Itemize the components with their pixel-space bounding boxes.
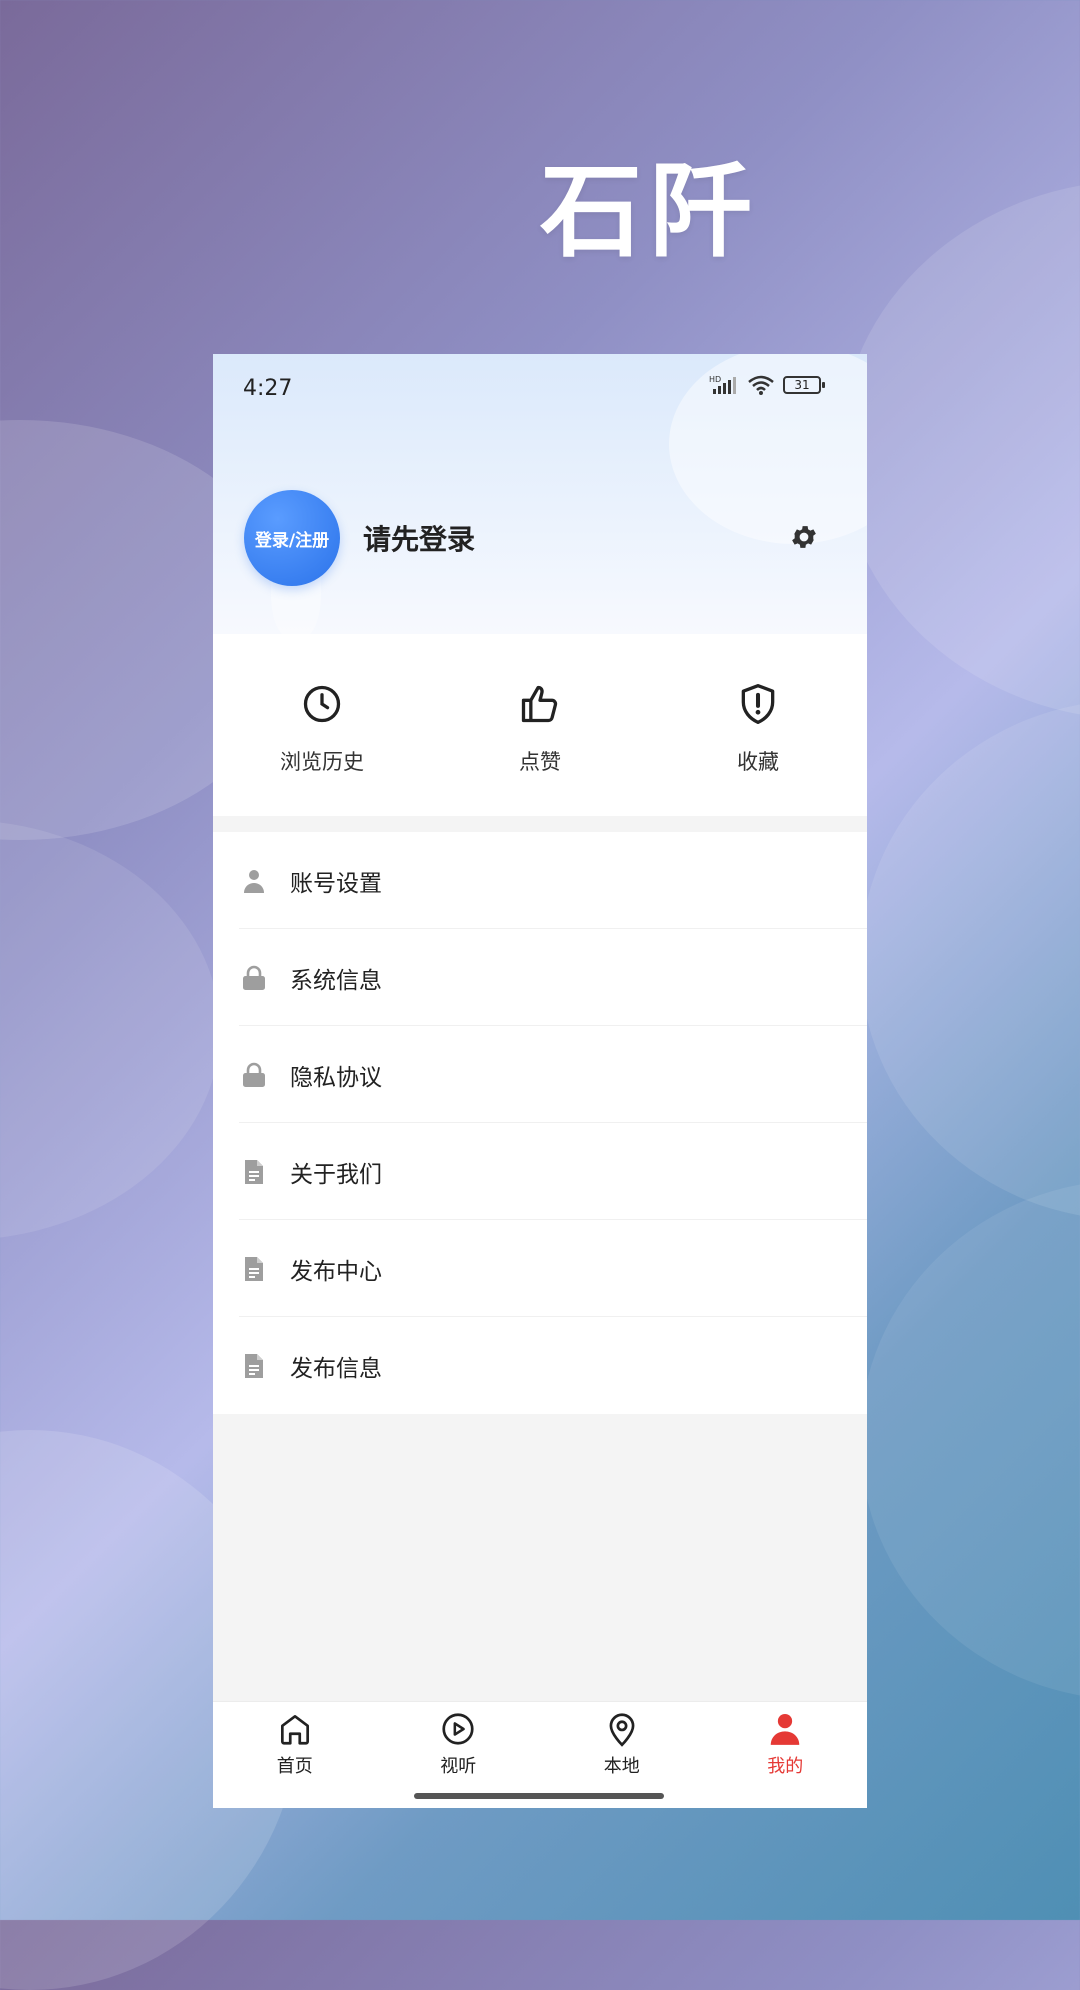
login-prompt[interactable]: 请先登录 [363, 518, 475, 558]
lock-icon [243, 1062, 265, 1087]
lock-icon [243, 965, 265, 990]
clock-icon [303, 685, 341, 723]
status-time: 4:27 [243, 376, 293, 401]
menu-item-account-settings[interactable]: 账号设置 [213, 832, 867, 929]
document-icon [245, 1257, 263, 1281]
document-icon [245, 1354, 263, 1378]
brand-title: 石阡 [540, 153, 760, 272]
tab-mine[interactable]: 我的 [704, 1702, 868, 1808]
menu-item-publish-center[interactable]: 发布中心 [213, 1220, 867, 1317]
tab-label: 视听 [440, 1756, 477, 1777]
menu-item-label: 发布中心 [290, 1259, 382, 1285]
signal-icon: HD [709, 375, 736, 394]
settings-menu: 账号设置 系统信息 隐私协议 关于我们 发布中心 发布信息 [213, 832, 867, 1414]
tab-home[interactable]: 首页 [213, 1702, 377, 1808]
quick-actions: 浏览历史 点赞 收藏 [213, 634, 867, 816]
menu-item-system-info[interactable]: 系统信息 [213, 929, 867, 1026]
document-icon [245, 1160, 263, 1184]
tab-label: 首页 [276, 1756, 313, 1777]
quick-action-label: 浏览历史 [280, 750, 364, 774]
menu-item-privacy-policy[interactable]: 隐私协议 [213, 1026, 867, 1123]
login-register-avatar[interactable]: 登录/注册 [244, 490, 340, 586]
quick-action-favorites[interactable]: 收藏 [668, 634, 848, 776]
location-pin-icon [609, 1713, 635, 1747]
menu-item-label: 关于我们 [290, 1162, 382, 1188]
user-icon [244, 870, 264, 893]
quick-action-label: 收藏 [737, 750, 779, 774]
play-icon [442, 1713, 474, 1745]
wifi-icon [748, 375, 774, 395]
phone-screen: 4:27 HD 31 登录/注册 请先登录 浏览历史 点赞 收藏 账号设置 系统… [213, 354, 867, 1808]
menu-item-label: 发布信息 [290, 1356, 382, 1382]
home-icon [280, 1714, 309, 1745]
status-icons: HD 31 [709, 374, 825, 396]
bottom-tab-bar: 首页 视听 本地 我的 [213, 1701, 867, 1808]
tab-label: 我的 [767, 1756, 804, 1777]
menu-item-about-us[interactable]: 关于我们 [213, 1123, 867, 1220]
profile-header: 4:27 HD 31 登录/注册 请先登录 [213, 354, 867, 634]
network-type-label: HD [709, 375, 721, 384]
person-icon [771, 1713, 800, 1745]
menu-item-publish-info[interactable]: 发布信息 [213, 1317, 867, 1414]
gear-icon[interactable] [789, 522, 819, 552]
thumbs-up-icon [521, 685, 558, 723]
battery-icon: 31 [783, 376, 825, 394]
shield-alert-icon [741, 684, 775, 724]
menu-item-label: 隐私协议 [290, 1065, 382, 1091]
quick-action-label: 点赞 [519, 750, 561, 774]
tab-label: 本地 [603, 1756, 640, 1777]
home-indicator[interactable] [414, 1793, 664, 1799]
quick-action-history[interactable]: 浏览历史 [232, 634, 412, 776]
quick-action-likes[interactable]: 点赞 [450, 634, 630, 776]
menu-item-label: 账号设置 [290, 871, 382, 897]
menu-item-label: 系统信息 [290, 968, 382, 994]
